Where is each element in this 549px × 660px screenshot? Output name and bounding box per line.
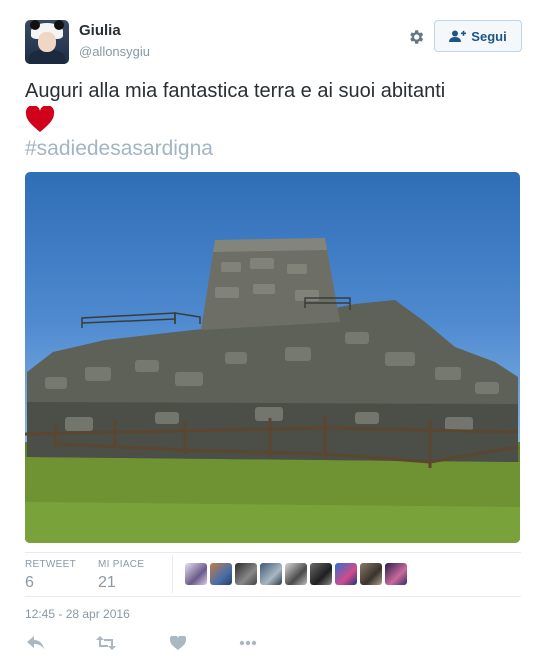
user-name[interactable]: Giulia	[79, 22, 121, 39]
tweet-timestamp[interactable]: 12:45 - 28 apr 2016	[25, 607, 130, 621]
like-icon[interactable]	[167, 634, 189, 652]
gear-icon[interactable]	[405, 26, 427, 48]
retweet-stat[interactable]: RETWEET 6	[25, 559, 76, 592]
user-handle[interactable]: @allonsygiu	[79, 44, 150, 59]
tweet-photo[interactable]	[25, 172, 520, 543]
liker-avatar[interactable]	[260, 563, 282, 585]
follow-button[interactable]: Segui	[434, 20, 522, 52]
liker-avatar[interactable]	[185, 563, 207, 585]
liker-avatar[interactable]	[210, 563, 232, 585]
reply-icon[interactable]	[25, 634, 47, 652]
tweet-text: Auguri alla mia fantastica terra e ai su…	[25, 80, 446, 102]
nuraghe-photo	[25, 238, 520, 543]
tweet-header: Giulia @allonsygiu Segui	[25, 18, 522, 64]
liker-avatar[interactable]	[310, 563, 332, 585]
liker-avatar[interactable]	[360, 563, 382, 585]
liker-avatar[interactable]	[235, 563, 257, 585]
follow-button-label: Segui	[471, 28, 507, 44]
liker-avatar[interactable]	[385, 563, 407, 585]
retweet-stat-label: RETWEET	[25, 559, 76, 570]
heart-emoji-icon	[25, 105, 57, 134]
add-user-icon	[449, 30, 467, 43]
likes-stat-label: MI PIACE	[98, 559, 145, 570]
likes-count: 21	[98, 574, 116, 591]
avatar[interactable]	[25, 20, 69, 64]
hashtag-link[interactable]: #sadiedesasardigna	[25, 137, 213, 161]
retweet-count: 6	[25, 574, 34, 591]
liker-avatars	[185, 563, 407, 585]
liker-avatar[interactable]	[285, 563, 307, 585]
retweet-icon[interactable]	[95, 634, 117, 652]
tweet-card: Giulia @allonsygiu Segui Auguri alla mia…	[0, 0, 549, 660]
more-icon[interactable]	[237, 634, 259, 652]
likes-stat[interactable]: MI PIACE 21	[98, 559, 144, 592]
liker-avatar[interactable]	[335, 563, 357, 585]
